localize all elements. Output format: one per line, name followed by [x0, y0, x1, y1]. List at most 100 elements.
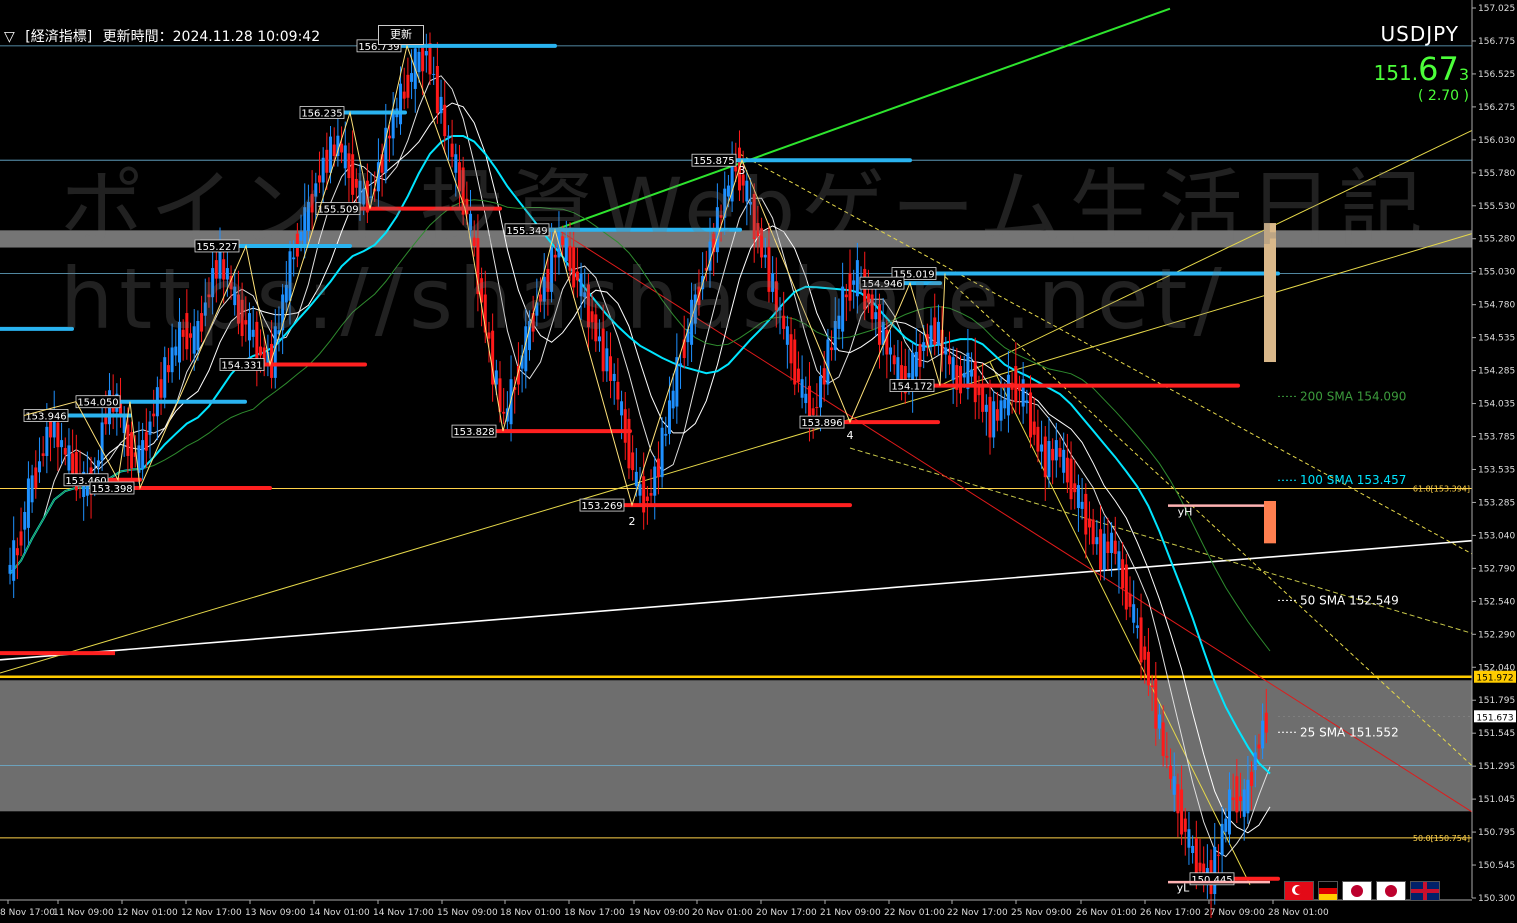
candle	[1227, 789, 1231, 835]
fib-f500-label: 50.0[150.754]	[1413, 834, 1470, 843]
candle	[918, 343, 922, 367]
candle	[159, 379, 163, 398]
candle	[247, 313, 251, 341]
candle	[100, 422, 104, 461]
candle	[343, 145, 347, 169]
collapse-triangle-icon[interactable]: ▽	[4, 29, 15, 45]
uk-flag-icon[interactable]	[1410, 881, 1440, 901]
candle	[852, 280, 856, 285]
pivot-label: 154.050	[77, 398, 118, 409]
pivot-label: 153.269	[581, 501, 622, 512]
y-tick-label: 152.540	[1478, 597, 1515, 607]
candle	[550, 246, 554, 292]
candle	[207, 294, 211, 298]
white-trendline	[0, 539, 1473, 661]
candle	[148, 421, 152, 435]
update-button[interactable]: 更新	[378, 25, 424, 45]
candle	[933, 317, 937, 345]
germany-flag-icon[interactable]	[1318, 881, 1338, 901]
candle	[804, 393, 808, 404]
pivot-label: 153.828	[453, 427, 494, 438]
candle	[174, 346, 178, 356]
candle	[656, 458, 660, 478]
candle	[457, 162, 461, 192]
candle	[240, 299, 244, 336]
candle	[623, 409, 627, 443]
candle	[609, 356, 613, 381]
candle	[292, 257, 296, 260]
candle	[1242, 789, 1246, 817]
candle	[995, 409, 999, 421]
candle	[1043, 436, 1047, 478]
candle	[214, 260, 218, 279]
candle	[579, 273, 583, 297]
x-tick-label: 28 Nov 01:00	[1268, 908, 1329, 918]
candle	[1025, 400, 1029, 404]
turkey-flag-icon[interactable]	[1284, 881, 1314, 901]
candle	[23, 512, 27, 530]
candle	[1047, 440, 1051, 478]
candle	[1065, 457, 1069, 483]
pivot-label: 155.875	[693, 156, 734, 167]
y-tick-label: 156.525	[1478, 70, 1515, 80]
green-trendline	[554, 7, 1171, 231]
candle	[594, 314, 598, 342]
candle	[855, 260, 859, 297]
candle	[130, 432, 134, 469]
candle	[1180, 789, 1184, 835]
candle	[189, 333, 193, 338]
candle	[321, 157, 325, 183]
pivot-label: 154.331	[221, 361, 262, 372]
candle	[645, 496, 649, 501]
candle	[1143, 646, 1147, 660]
header-bar: ▽ [経済指標] 更新時間：2024.11.28 10:09:42	[4, 26, 326, 46]
y-tick-label: 153.785	[1478, 433, 1515, 443]
sma200-label: 200 SMA 154.090	[1300, 389, 1406, 403]
y-tick-label: 153.535	[1478, 465, 1515, 475]
candle	[936, 321, 940, 345]
indicator-label: [経済指標]	[25, 29, 93, 45]
candle	[631, 452, 635, 471]
candle	[317, 175, 321, 183]
x-tick-label: 15 Nov 09:00	[437, 908, 498, 918]
y-tick-label: 151.045	[1478, 795, 1515, 805]
candle	[664, 433, 668, 436]
price-chart[interactable]: 156.739156.235155.875155.509155.349155.2…	[0, 0, 1517, 923]
candle	[1216, 854, 1220, 856]
candle	[1187, 829, 1191, 848]
candle	[502, 411, 506, 414]
candle	[1139, 617, 1143, 663]
candle	[951, 357, 955, 381]
candle	[170, 347, 174, 373]
candle	[332, 144, 336, 157]
candle	[284, 284, 288, 303]
candle	[181, 329, 185, 337]
candle	[30, 475, 34, 503]
candle	[56, 422, 60, 448]
candle	[354, 178, 358, 188]
candle	[970, 369, 974, 377]
y-tick-label: 156.275	[1478, 103, 1515, 113]
candle	[1069, 458, 1073, 500]
candle	[1172, 776, 1176, 795]
candle	[793, 339, 797, 385]
y-tick-label: 152.290	[1478, 630, 1515, 640]
candle	[347, 153, 351, 179]
candle	[1198, 862, 1202, 872]
candle	[26, 478, 30, 528]
japan-flag-icon-2[interactable]	[1376, 881, 1406, 901]
candle	[962, 373, 966, 378]
candle	[15, 548, 19, 556]
candle	[977, 386, 981, 396]
candle	[811, 408, 815, 415]
candle	[841, 286, 845, 332]
candle	[999, 400, 1003, 421]
candle	[417, 51, 421, 73]
candle	[1102, 533, 1106, 570]
candle	[649, 493, 653, 496]
japan-flag-icon[interactable]	[1342, 881, 1372, 901]
candle	[306, 201, 310, 231]
candle	[144, 432, 148, 451]
pivot-label: 154.946	[861, 279, 902, 290]
y-tick-label: 151.795	[1478, 696, 1515, 706]
